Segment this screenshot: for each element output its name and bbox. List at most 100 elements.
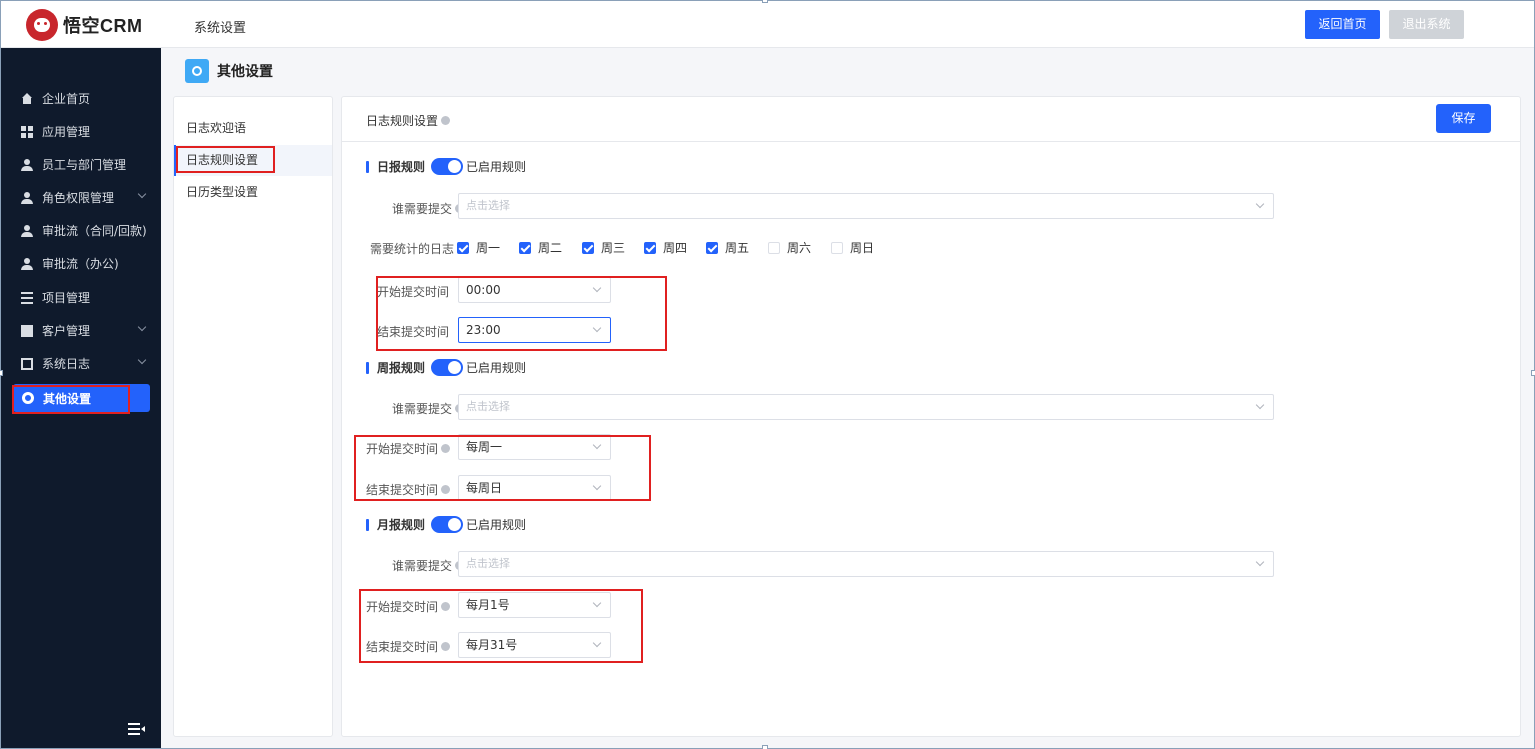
monthly-rule-label: 月报规则 [377, 518, 426, 532]
daily-rule-label: 日报规则 [377, 160, 426, 174]
daily-who-select[interactable]: 点击选择 [458, 193, 1274, 219]
checkbox-thu[interactable]: 周四 [644, 239, 687, 256]
monthly-who-label-text: 谁需要提交 [391, 559, 452, 573]
resize-handle [762, 0, 768, 3]
header-title: 系统设置 [194, 21, 247, 36]
checkbox-box[interactable] [768, 241, 780, 254]
submenu-item-calendar-types[interactable]: 日历类型设置 [174, 177, 332, 208]
sidebar-item-roles[interactable]: 角色权限管理 [1, 181, 161, 214]
submenu-item-welcome[interactable]: 日志欢迎语 [174, 113, 332, 144]
checkbox-label: 周日 [850, 241, 875, 255]
sidebar-item-staff[interactable]: 员工与部门管理 [1, 148, 161, 181]
annotation-highlight [359, 589, 643, 663]
checkbox-box[interactable] [644, 241, 656, 254]
section-bar [366, 160, 369, 173]
collapse-sidebar-icon[interactable] [128, 723, 146, 735]
sidebar-item-approval-office[interactable]: 审批流（办公) [1, 247, 161, 280]
annotation-highlight [354, 435, 651, 501]
checkbox-box[interactable] [831, 241, 843, 254]
sidebar-item-approval-contract[interactable]: 审批流（合同/回款) [1, 214, 161, 247]
checkbox-label: 周二 [538, 241, 563, 255]
sidebar-item-label: 员工与部门管理 [42, 158, 127, 172]
annotation-highlight [176, 146, 275, 173]
daily-toggle-text: 已启用规则 [466, 160, 527, 174]
monthly-rule-header: 月报规则 已启用规则 [366, 516, 526, 533]
checkbox-sun[interactable]: 周日 [831, 239, 874, 256]
checkbox-mon[interactable]: 周一 [457, 239, 500, 256]
checkbox-wed[interactable]: 周三 [582, 239, 625, 256]
weekly-rule-toggle[interactable] [431, 359, 464, 376]
daily-rule-toggle[interactable] [431, 158, 464, 175]
checkbox-tue[interactable]: 周二 [519, 239, 562, 256]
logo-text: 悟空CRM [63, 16, 143, 36]
home-icon [21, 92, 33, 105]
checkbox-label: 周三 [601, 241, 626, 255]
approval-icon [21, 257, 33, 270]
sidebar-item-system-log[interactable]: 系统日志 [1, 347, 161, 380]
sidebar-item-label: 应用管理 [42, 125, 91, 139]
section-bar [366, 361, 369, 374]
weekly-who-label: 谁需要提交 [372, 400, 464, 417]
checkbox-label: 周四 [663, 241, 688, 255]
checkbox-label: 周五 [725, 241, 750, 255]
daily-who-label: 谁需要提交 [372, 200, 464, 217]
sidebar-item-label: 角色权限管理 [42, 191, 115, 205]
monthly-who-placeholder: 点击选择 [466, 557, 510, 570]
monkey-logo-icon [26, 9, 58, 41]
document-icon [21, 357, 33, 370]
resize-handle [0, 370, 3, 376]
sidebar-item-home[interactable]: 企业首页 [1, 82, 161, 115]
checkbox-label: 周六 [787, 241, 812, 255]
sidebar-item-label: 审批流（合同/回款) [42, 224, 147, 238]
help-icon[interactable] [441, 116, 451, 125]
chevron-down-icon [1255, 199, 1265, 209]
sidebar-item-label: 审批流（办公) [42, 257, 119, 271]
exit-system-button[interactable]: 退出系统 [1389, 10, 1464, 39]
chevron-down-icon [1255, 557, 1265, 567]
back-home-button[interactable]: 返回首页 [1305, 10, 1380, 39]
monthly-who-select[interactable]: 点击选择 [458, 551, 1274, 577]
settings-icon [185, 59, 209, 83]
checkbox-box[interactable] [519, 241, 531, 254]
user-icon [21, 191, 33, 204]
sidebar-item-label: 企业首页 [42, 92, 91, 106]
weekly-toggle-text: 已启用规则 [466, 361, 527, 375]
annotation-highlight [12, 385, 130, 414]
checkbox-sat[interactable]: 周六 [768, 239, 811, 256]
checkbox-box[interactable] [582, 241, 594, 254]
weekly-who-label-text: 谁需要提交 [391, 402, 452, 416]
save-button[interactable]: 保存 [1436, 104, 1491, 133]
page-title-text: 其他设置 [217, 64, 273, 80]
daily-who-label-text: 谁需要提交 [391, 202, 452, 216]
checkbox-box[interactable] [457, 241, 469, 254]
settings-submenu: 日志欢迎语 日志规则设置 日历类型设置 [173, 96, 333, 737]
panel-title: 日志规则设置 [366, 112, 451, 129]
grid-icon [21, 125, 33, 138]
building-icon [21, 324, 33, 337]
monthly-rule-toggle[interactable] [431, 516, 464, 533]
weekly-rule-header: 周报规则 已启用规则 [366, 359, 526, 376]
top-header: 悟空CRM 系统设置 返回首页 退出系统 [1, 1, 1534, 48]
weekly-who-select[interactable]: 点击选择 [458, 394, 1274, 420]
monthly-who-label: 谁需要提交 [372, 557, 464, 574]
checkbox-box[interactable] [706, 241, 718, 254]
annotation-highlight [376, 276, 667, 351]
chevron-down-icon [137, 322, 147, 332]
list-icon [21, 291, 33, 304]
sidebar-item-customers[interactable]: 客户管理 [1, 314, 161, 347]
logo[interactable]: 悟空CRM [26, 9, 143, 41]
weekly-who-placeholder: 点击选择 [466, 400, 510, 413]
resize-handle [762, 745, 768, 749]
sidebar-item-label: 客户管理 [42, 324, 91, 338]
sidebar-item-label: 系统日志 [42, 357, 91, 371]
page-title: 其他设置 [185, 59, 273, 83]
checkbox-fri[interactable]: 周五 [706, 239, 749, 256]
sidebar-item-apps[interactable]: 应用管理 [1, 115, 161, 148]
monthly-toggle-text: 已启用规则 [466, 518, 527, 532]
weekly-rule-label: 周报规则 [377, 361, 426, 375]
chevron-down-icon [1255, 400, 1265, 410]
sidebar-item-projects[interactable]: 项目管理 [1, 281, 161, 314]
resize-handle [1531, 370, 1535, 376]
daily-who-placeholder: 点击选择 [466, 199, 510, 212]
approval-icon [21, 224, 33, 237]
